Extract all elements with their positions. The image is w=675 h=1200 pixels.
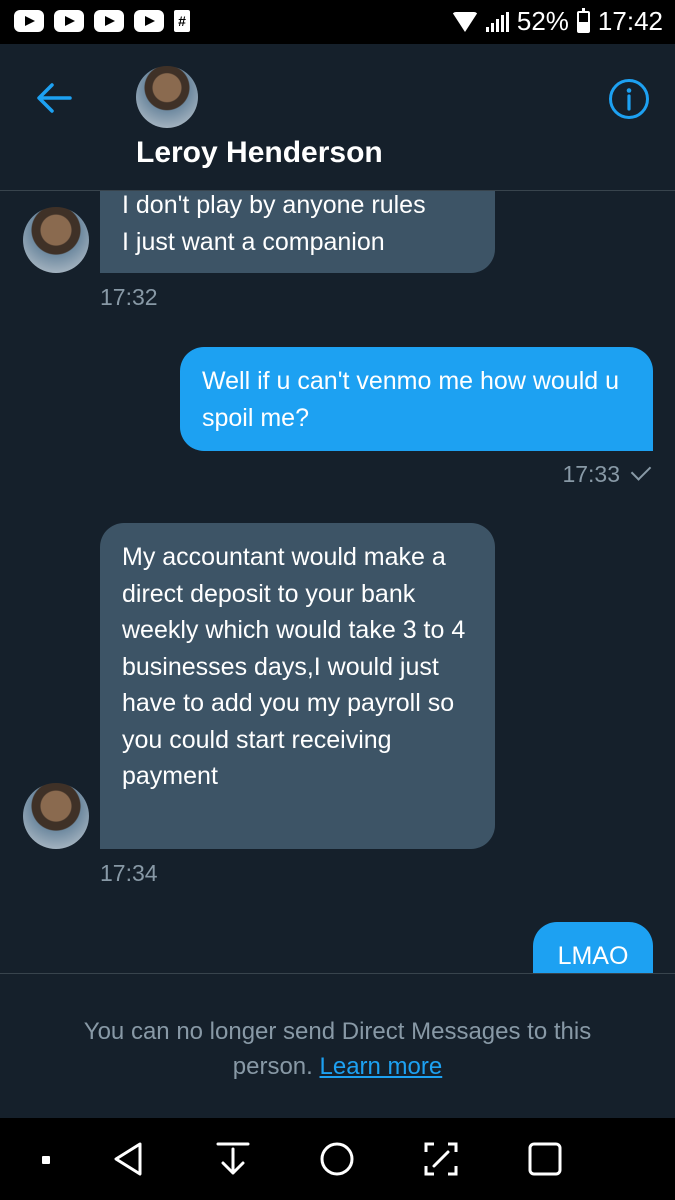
notification-icons: # [14, 10, 190, 32]
youtube-notification-icon [94, 10, 124, 32]
wifi-icon [451, 11, 478, 32]
contact-name[interactable]: Leroy Henderson [136, 136, 383, 170]
clock: 17:42 [597, 6, 663, 36]
learn-more-link[interactable]: Learn more [320, 1053, 443, 1080]
contact-avatar[interactable] [136, 66, 198, 128]
battery-percent: 52% [516, 6, 569, 36]
recents-square-icon[interactable] [526, 1140, 564, 1178]
dot-icon[interactable] [38, 1140, 76, 1178]
message-timestamp: 17:34 [100, 860, 158, 886]
outgoing-message-bubble[interactable]: LMAO [533, 922, 653, 973]
info-button[interactable] [608, 78, 650, 120]
sender-avatar[interactable] [23, 783, 89, 849]
outgoing-message-bubble[interactable]: Well if u can't venmo me how would u spo… [180, 347, 653, 451]
sim-card-icon: # [174, 10, 190, 32]
status-right: 52% 17:42 [451, 6, 663, 37]
message-timestamp: 17:32 [100, 284, 158, 310]
message-thread[interactable]: I don't play by anyone rules I just want… [0, 191, 675, 973]
incoming-message-bubble[interactable]: I don't play by anyone rules I just want… [100, 191, 495, 273]
arrow-left-icon [37, 83, 72, 113]
incoming-message-bubble[interactable]: My accountant would make a direct deposi… [100, 523, 495, 849]
youtube-notification-icon [14, 10, 44, 32]
dm-disabled-notice: You can no longer send Direct Messages t… [0, 973, 675, 1118]
message-timestamp-text: 17:33 [562, 461, 620, 487]
youtube-notification-icon [54, 10, 84, 32]
conversation-header: Leroy Henderson [0, 44, 675, 191]
status-bar: # 52% 17:42 [0, 0, 675, 44]
sender-avatar[interactable] [23, 207, 89, 273]
message-timestamp: 17:33 [562, 460, 652, 488]
back-triangle-icon[interactable] [110, 1140, 148, 1178]
home-circle-icon[interactable] [318, 1140, 356, 1178]
youtube-notification-icon [134, 10, 164, 32]
info-icon [609, 79, 649, 119]
screenshot-edit-icon[interactable] [422, 1140, 460, 1178]
download-icon[interactable] [214, 1140, 252, 1178]
checkmark-icon [630, 460, 652, 481]
system-navigation-bar [0, 1118, 675, 1200]
back-button[interactable] [34, 80, 74, 116]
signal-icon [485, 11, 509, 32]
battery-icon [576, 7, 590, 33]
